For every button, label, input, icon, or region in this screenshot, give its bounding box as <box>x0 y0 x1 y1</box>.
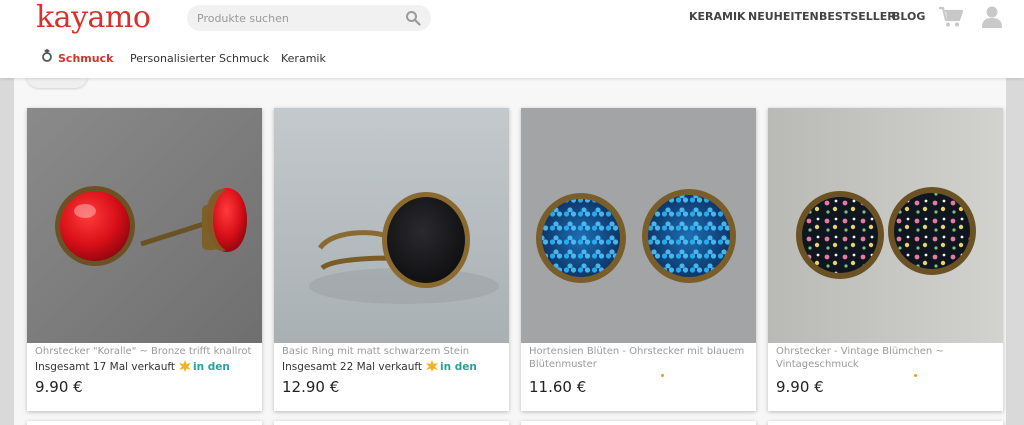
product-title[interactable]: Ohrstecker - Vintage Blümchen ~ Vintages… <box>776 345 998 371</box>
product-price: 9.90 € <box>776 378 824 396</box>
search-input[interactable] <box>197 5 397 31</box>
rating-dot <box>661 374 664 377</box>
product-image[interactable] <box>521 108 756 343</box>
subnav-schmuck[interactable]: Schmuck <box>58 52 113 65</box>
user-icon[interactable] <box>981 5 1003 29</box>
header: kayamo KERAMIK NEUHEITEN BESTSELLER BLOG… <box>0 0 1024 78</box>
burst-icon <box>179 360 191 372</box>
product-card[interactable] <box>27 421 262 425</box>
logo[interactable]: kayamo <box>36 0 151 36</box>
nav-neuheiten[interactable]: NEUHEITEN <box>748 10 819 23</box>
product-card[interactable] <box>274 421 509 425</box>
product-image[interactable] <box>274 108 509 343</box>
product-price: 9.90 € <box>35 378 83 396</box>
search-icon[interactable] <box>405 10 421 26</box>
product-image[interactable] <box>27 108 262 343</box>
product-card[interactable]: Ohrstecker "Koralle" ~ Bronze trifft kna… <box>27 108 262 411</box>
sales-count: Insgesamt 17 Mal verkauft in den <box>35 360 230 373</box>
product-card[interactable]: Ohrstecker - Vintage Blümchen ~ Vintages… <box>768 108 1003 411</box>
stock-status: in den <box>440 361 477 373</box>
ring-icon <box>42 48 52 62</box>
nav-bestseller[interactable]: BESTSELLER <box>819 10 896 23</box>
nav-keramik[interactable]: KERAMIK <box>689 10 746 23</box>
search-box[interactable] <box>187 5 431 31</box>
stock-status: in den <box>193 361 230 373</box>
product-title[interactable]: Basic Ring mit matt schwarzem Stein <box>282 345 504 358</box>
cart-icon[interactable] <box>938 6 964 28</box>
rating-dot <box>914 374 917 377</box>
product-image[interactable] <box>768 108 1003 343</box>
sold-text: Insgesamt 17 Mal verkauft <box>35 361 175 373</box>
nav-blog[interactable]: BLOG <box>892 10 925 23</box>
product-card[interactable]: Basic Ring mit matt schwarzem Stein Insg… <box>274 108 509 411</box>
product-card[interactable] <box>768 421 1003 425</box>
subnav-keramik[interactable]: Keramik <box>281 52 326 65</box>
product-price: 12.90 € <box>282 378 340 396</box>
product-title[interactable]: Hortensien Blüten - Ohrstecker mit blaue… <box>529 345 751 371</box>
product-card[interactable] <box>521 421 756 425</box>
product-price: 11.60 € <box>529 378 587 396</box>
product-card[interactable]: Hortensien Blüten - Ohrstecker mit blaue… <box>521 108 756 411</box>
sales-count: Insgesamt 22 Mal verkauft in den <box>282 360 477 373</box>
product-title[interactable]: Ohrstecker "Koralle" ~ Bronze trifft kna… <box>35 345 257 358</box>
subnav-personalisierter-schmuck[interactable]: Personalisierter Schmuck <box>130 52 269 65</box>
sold-text: Insgesamt 22 Mal verkauft <box>282 361 422 373</box>
burst-icon <box>426 360 438 372</box>
